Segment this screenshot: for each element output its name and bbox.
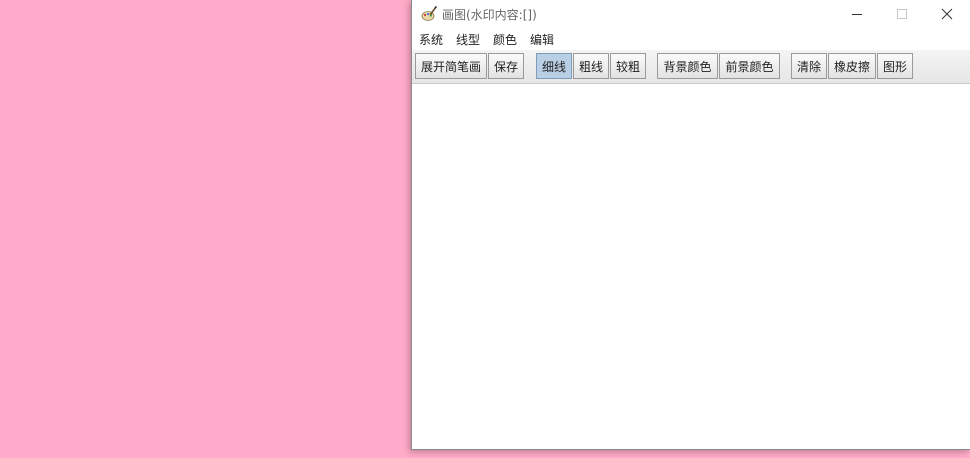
thick-line-button[interactable]: 粗线 bbox=[573, 53, 609, 79]
eraser-button[interactable]: 橡皮擦 bbox=[828, 53, 876, 79]
drawing-canvas[interactable] bbox=[412, 84, 970, 449]
toolbar: 展开简笔画 保存 细线 粗线 较粗 背景颜色 前景颜色 清除 橡皮擦 图形 bbox=[412, 50, 970, 84]
menu-color[interactable]: 颜色 bbox=[493, 31, 517, 48]
menu-system[interactable]: 系统 bbox=[419, 31, 443, 48]
close-icon bbox=[941, 5, 953, 24]
maximize-button[interactable] bbox=[879, 0, 924, 28]
window-title: 画图(水印内容:[]) bbox=[442, 8, 537, 22]
background-color-button[interactable]: 背景颜色 bbox=[657, 53, 718, 79]
menu-bar: 系统 线型 颜色 编辑 bbox=[412, 28, 970, 50]
expand-sketch-button[interactable]: 展开简笔画 bbox=[415, 53, 487, 79]
close-button[interactable] bbox=[924, 0, 969, 28]
menu-edit[interactable]: 编辑 bbox=[530, 31, 554, 48]
thin-line-button[interactable]: 细线 bbox=[536, 53, 572, 79]
minimize-icon bbox=[851, 5, 863, 24]
save-button[interactable]: 保存 bbox=[488, 53, 524, 79]
paint-palette-icon bbox=[421, 5, 438, 22]
minimize-button[interactable] bbox=[834, 0, 879, 28]
maximize-icon bbox=[896, 5, 908, 24]
foreground-color-button[interactable]: 前景颜色 bbox=[719, 53, 780, 79]
menu-line-type[interactable]: 线型 bbox=[456, 31, 480, 48]
clear-button[interactable]: 清除 bbox=[791, 53, 827, 79]
paint-window: 画图(水印内容:[]) 系统 线型 颜色 编辑 展开简笔画 保存 细线 粗线 较… bbox=[411, 0, 970, 450]
thicker-line-button[interactable]: 较粗 bbox=[610, 53, 646, 79]
shape-button[interactable]: 图形 bbox=[877, 53, 913, 79]
title-bar[interactable]: 画图(水印内容:[]) bbox=[412, 0, 970, 28]
